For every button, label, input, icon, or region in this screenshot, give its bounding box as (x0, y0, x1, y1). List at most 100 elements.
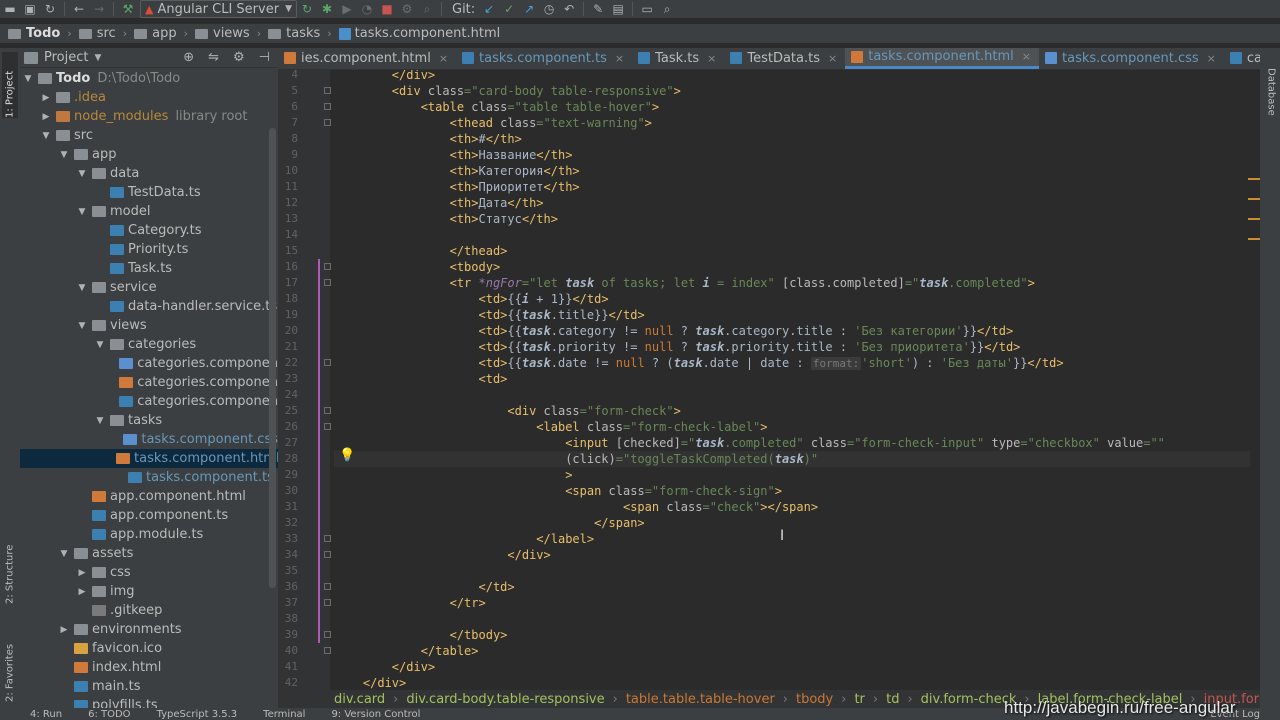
code-breadcrumb-item[interactable]: tr (854, 692, 864, 707)
intention-bulb-icon[interactable]: 💡 (339, 448, 355, 463)
tree-item[interactable]: ▼ views (20, 316, 278, 335)
rerun-icon[interactable]: ↻ (297, 0, 317, 18)
git-rollback-icon[interactable]: ↶ (559, 0, 579, 18)
attach-debugger-icon[interactable]: ⚙ (397, 0, 417, 18)
stop-icon[interactable]: ■ (377, 0, 397, 18)
close-icon[interactable]: × (1022, 50, 1031, 63)
tree-item[interactable]: categories.componen (20, 354, 278, 373)
error-stripe-mark[interactable] (1248, 218, 1260, 220)
coverage-icon[interactable]: ▶ (337, 0, 357, 18)
tree-item[interactable]: favicon.ico (20, 639, 278, 658)
code-editor[interactable]: 4 5 6 7 8 9 10 11 12 13 14 15 16 17 18 19 20 21 22 23 24 25 26… (278, 70, 1260, 690)
tree-item[interactable]: ▼ Todo D:\Todo\Todo (20, 69, 278, 88)
collapse-all-icon[interactable]: ⇋ (208, 50, 219, 65)
chevron-down-icon[interactable]: ▼ (94, 53, 101, 63)
fold-marker-icon[interactable] (324, 119, 331, 126)
tree-item[interactable]: ▶ css (20, 563, 278, 582)
nav-crumb-views[interactable]: views › (195, 26, 268, 41)
collapsed-arrow-icon[interactable]: ▶ (58, 625, 70, 635)
terminal-icon[interactable]: ▭ (637, 0, 657, 18)
tree-item[interactable]: ▼ tasks (20, 411, 278, 430)
collapsed-arrow-icon[interactable]: ▶ (40, 93, 52, 103)
collapsed-arrow-icon[interactable]: ▶ (76, 587, 88, 597)
collapsed-arrow-icon[interactable]: ▶ (40, 112, 52, 122)
tree-item[interactable]: Priority.ts (20, 240, 278, 259)
tree-item[interactable]: tasks.component.ts (20, 468, 278, 487)
expanded-arrow-icon[interactable]: ▼ (58, 549, 70, 559)
hide-panel-icon[interactable]: ⊣ (259, 50, 270, 65)
tree-item[interactable]: Category.ts (20, 221, 278, 240)
project-structure-icon[interactable]: ▤ (608, 0, 628, 18)
tree-item[interactable]: ▼ categories (20, 335, 278, 354)
expanded-arrow-icon[interactable]: ▼ (40, 131, 52, 141)
expanded-arrow-icon[interactable]: ▼ (94, 340, 106, 350)
close-icon[interactable]: × (439, 52, 448, 65)
typescript-tool-button[interactable]: TypeScript 3.5.3 (157, 709, 238, 720)
build-hammer-icon[interactable]: ⚒ (118, 0, 138, 18)
editor-tab[interactable]: categ (1224, 48, 1260, 69)
expanded-arrow-icon[interactable]: ▼ (76, 169, 88, 179)
close-icon[interactable]: × (615, 52, 624, 65)
settings-wrench-icon[interactable]: ✎ (588, 0, 608, 18)
sync-icon[interactable]: ↻ (40, 0, 60, 18)
fold-marker-icon[interactable] (324, 583, 331, 590)
git-push-icon[interactable]: ↗ (519, 0, 539, 18)
close-icon[interactable]: × (707, 52, 716, 65)
fold-marker-icon[interactable] (324, 551, 331, 558)
fold-marker-icon[interactable] (324, 599, 331, 606)
gear-icon[interactable]: ⚙ (233, 50, 245, 65)
tree-item[interactable]: categories.componen (20, 373, 278, 392)
tree-item[interactable]: Task.ts (20, 259, 278, 278)
tree-item[interactable]: app.component.html (20, 487, 278, 506)
code-area[interactable]: </div> <div class="card-body table-respo… (334, 70, 1254, 690)
tree-item[interactable]: ▶ node_modules library root (20, 107, 278, 126)
tree-item[interactable]: ▶ .idea (20, 88, 278, 107)
code-breadcrumb-item[interactable]: div.card-body.table-responsive (406, 692, 604, 707)
tree-item[interactable]: categories.componen (20, 392, 278, 411)
editor-tab[interactable]: tasks.component.ts × (456, 48, 632, 69)
expanded-arrow-icon[interactable]: ▼ (22, 74, 34, 84)
tree-item[interactable]: ▼ model (20, 202, 278, 221)
collapsed-arrow-icon[interactable]: ▶ (76, 568, 88, 578)
tree-item[interactable]: TestData.ts (20, 183, 278, 202)
database-tool-tab[interactable]: Database (1263, 68, 1279, 138)
editor-tab[interactable]: tasks.component.html × (845, 48, 1040, 69)
expanded-arrow-icon[interactable]: ▼ (76, 321, 88, 331)
tree-item[interactable]: app.component.ts (20, 506, 278, 525)
nav-crumb-tasks[interactable]: tasks › (268, 26, 339, 41)
error-stripe-mark[interactable] (1248, 198, 1260, 200)
tree-item[interactable]: index.html (20, 658, 278, 677)
fold-marker-icon[interactable] (324, 407, 331, 414)
editor-tab[interactable]: Task.ts × (632, 48, 724, 69)
project-tree-scrollbar[interactable] (269, 128, 276, 588)
code-breadcrumb-item[interactable]: div.card (334, 692, 385, 707)
run-tool-button[interactable]: 4: Run (30, 709, 62, 720)
git-commit-icon[interactable]: ✓ (499, 0, 519, 18)
vcs-change-marker[interactable] (318, 259, 320, 643)
fold-marker-icon[interactable] (324, 423, 331, 430)
error-stripe-mark[interactable] (1248, 178, 1260, 180)
fold-marker-icon[interactable] (324, 631, 331, 638)
tree-item[interactable]: tasks.component.html (20, 449, 278, 468)
project-tool-tab[interactable]: 1: Project (2, 52, 18, 118)
structure-tool-tab[interactable]: 2: Structure (2, 518, 18, 604)
search-debug-icon[interactable]: ⌕ (417, 0, 437, 18)
favorites-tool-tab[interactable]: 2: Favorites (2, 618, 18, 702)
nav-crumb-app[interactable]: app › (134, 26, 195, 41)
fold-marker-icon[interactable] (324, 103, 331, 110)
tree-item[interactable]: main.ts (20, 677, 278, 696)
tree-item[interactable]: ▶ environments (20, 620, 278, 639)
tree-item[interactable]: tasks.component.css (20, 430, 278, 449)
editor-tab[interactable]: TestData.ts × (724, 48, 845, 69)
search-icon[interactable]: ⌕ (657, 0, 677, 18)
back-icon[interactable]: ← (69, 0, 89, 18)
tree-item[interactable]: .gitkeep (20, 601, 278, 620)
git-history-icon[interactable]: ◷ (539, 0, 559, 18)
close-icon[interactable]: × (828, 52, 837, 65)
nav-crumb-src[interactable]: src › (78, 26, 134, 41)
locate-file-icon[interactable]: ⊕ (183, 50, 194, 65)
save-icon[interactable]: ▣ (20, 0, 40, 18)
editor-tab[interactable]: tasks.component.css × (1039, 48, 1224, 69)
tree-item[interactable]: data-handler.service.ts (20, 297, 278, 316)
nav-crumb-file[interactable]: tasks.component.html (338, 26, 500, 41)
